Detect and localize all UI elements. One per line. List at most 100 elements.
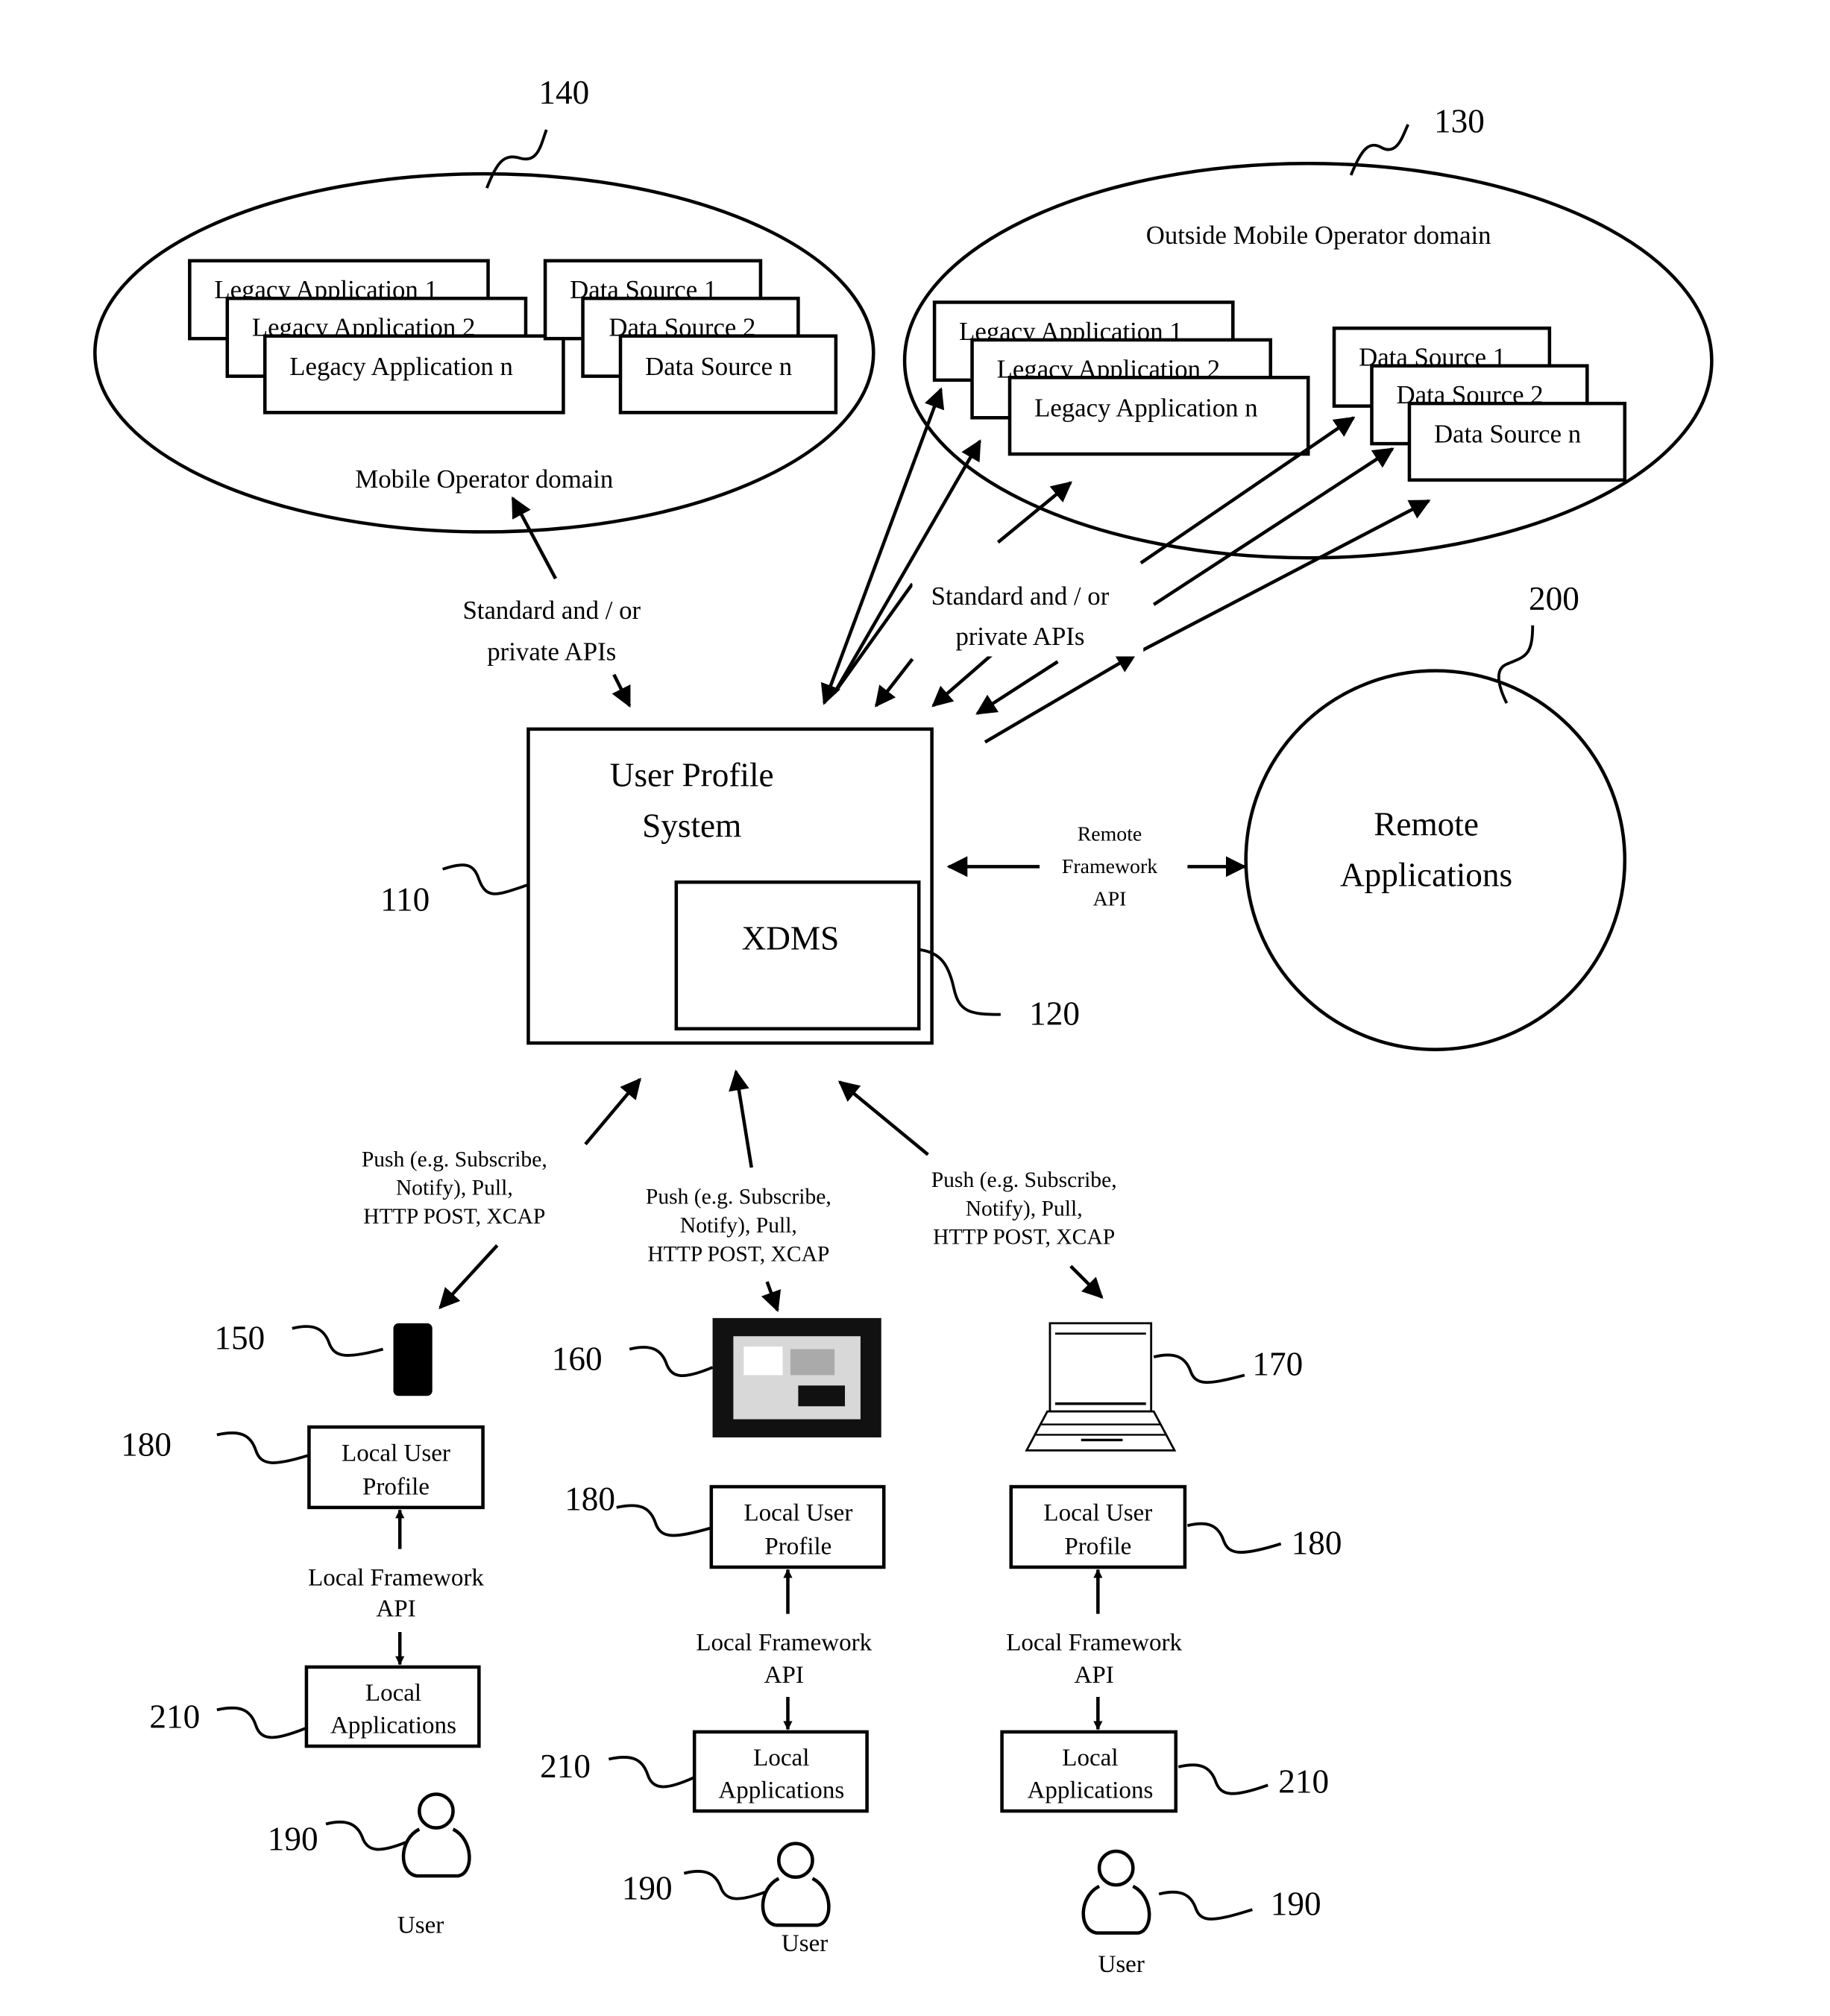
protocol-middle-line1: Push (e.g. Subscribe, (646, 1185, 831, 1209)
ref-180: 180 (121, 1426, 172, 1463)
user-label: User (782, 1930, 828, 1957)
local-framework-line2: API (376, 1596, 415, 1622)
leader-140 (485, 129, 548, 189)
leader-180 (616, 1504, 711, 1537)
arrow-laptop-down (1069, 1264, 1104, 1299)
local-user-profile-line2: Profile (362, 1474, 430, 1501)
arrow-tablet-down (761, 1281, 782, 1313)
arrow-to-ups-left (611, 673, 632, 708)
legacy-app-stack: Legacy Application 1 Legacy Application … (188, 259, 565, 415)
api-label-left-line2: private APIs (487, 637, 616, 667)
leader-160 (629, 1346, 714, 1377)
api-label-left-line1: Standard and / or (462, 596, 641, 625)
local-user-profile-line2: Profile (1064, 1534, 1131, 1560)
leader-210 (608, 1755, 695, 1789)
remote-framework-api: Remote Framework API (946, 823, 1247, 911)
local-user-profile-line1: Local User (342, 1440, 450, 1467)
ref-190: 190 (1271, 1885, 1321, 1922)
protocol-right-line1: Push (e.g. Subscribe, (931, 1168, 1117, 1192)
local-applications-line1: Local (1062, 1745, 1118, 1771)
patent-diagram: 140 Legacy Application 1 Legacy Applicat… (93, 74, 1714, 1978)
leader-180 (1186, 1522, 1282, 1554)
leader-190 (1158, 1890, 1253, 1921)
protocol-right-line2: Notify), Pull, (966, 1197, 1083, 1220)
leader-210 (216, 1706, 307, 1739)
arrow-legacy-down-n (931, 652, 994, 708)
protocol-middle: Push (e.g. Subscribe, Notify), Pull, HTT… (646, 1069, 831, 1313)
ref-150: 150 (214, 1320, 265, 1357)
remote-framework-line1: Remote (1078, 823, 1142, 846)
data-source-label-n: Data Source n (645, 352, 792, 381)
protocol-left-line3: HTTP POST, XCAP (363, 1205, 545, 1229)
arrow-to-mobile-domain (511, 496, 558, 580)
user-icon (401, 1792, 471, 1878)
remote-apps-line2: Applications (1340, 856, 1512, 893)
ref-130: 130 (1434, 102, 1485, 139)
ref-210: 210 (1278, 1763, 1329, 1801)
remote-framework-line3: API (1093, 888, 1127, 911)
arrow-legacy-down-1 (875, 658, 914, 708)
arrow-laptop-up (837, 1080, 929, 1156)
ref-190: 190 (268, 1820, 318, 1857)
ref-180: 180 (565, 1480, 615, 1517)
ref-190: 190 (622, 1869, 673, 1906)
leader-180 (216, 1431, 309, 1464)
arrow-phone-up (584, 1077, 641, 1146)
ups-title-line2: System (642, 807, 741, 844)
ref-170: 170 (1252, 1345, 1303, 1382)
user-label: User (397, 1912, 444, 1939)
protocol-right: Push (e.g. Subscribe, Notify), Pull, HTT… (837, 1080, 1117, 1299)
arrow-data-source-n (1134, 499, 1431, 655)
ref-180: 180 (1292, 1525, 1342, 1562)
leader-190 (325, 1820, 407, 1851)
domain-label: Mobile Operator domain (355, 464, 613, 494)
tablet-icon (712, 1317, 881, 1437)
remote-framework-line2: Framework (1062, 855, 1157, 878)
ref-200: 200 (1529, 580, 1579, 617)
ref-210: 210 (540, 1748, 591, 1785)
local-applications-line2: Applications (718, 1777, 844, 1804)
local-framework-line1: Local Framework (696, 1629, 872, 1656)
device-column-phone: 150 Local User Profile 180 Local Framewo… (121, 1320, 485, 1939)
local-applications-line1: Local (753, 1745, 809, 1771)
arrow-data-source-2-down (984, 652, 1138, 744)
protocol-left-line1: Push (e.g. Subscribe, (362, 1147, 547, 1171)
outside-legacy-app-stack: Legacy Application 1 Legacy Application … (932, 300, 1310, 456)
outside-operator-domain: 130 Outside Mobile Operator domain Legac… (902, 102, 1714, 560)
user-label: User (1098, 1951, 1144, 1978)
device-column-tablet: 160 Local User Profile 180 Local Framewo… (540, 1317, 886, 1957)
local-user-profile-line1: Local User (1043, 1499, 1152, 1526)
protocol-middle-line2: Notify), Pull, (680, 1214, 797, 1238)
arrow-tablet-up (729, 1069, 753, 1168)
remote-applications: Remote Applications 200 (1244, 580, 1627, 1051)
leader-210 (1177, 1763, 1268, 1795)
ref-140: 140 (538, 74, 589, 111)
leader-170 (1153, 1353, 1245, 1384)
leader-190 (683, 1870, 768, 1900)
local-framework-line1: Local Framework (308, 1564, 484, 1591)
ref-210: 210 (149, 1698, 200, 1736)
ref-160: 160 (552, 1340, 603, 1377)
mobile-operator-domain: 140 Legacy Application 1 Legacy Applicat… (93, 74, 875, 534)
device-column-laptop: 170 Local User Profile 180 Local Framewo… (1000, 1322, 1342, 1978)
data-source-stack: Data Source 1 Data Source 2 Data Source … (543, 259, 838, 415)
local-user-profile-line2: Profile (764, 1534, 831, 1560)
mobile-phone-icon (393, 1323, 433, 1396)
leader-110 (442, 863, 529, 895)
arrow-phone-down (438, 1244, 499, 1309)
local-framework-line1: Local Framework (1006, 1629, 1182, 1656)
local-framework-line2: API (1074, 1662, 1113, 1689)
local-applications-line1: Local (365, 1680, 421, 1707)
outside-domain-label: Outside Mobile Operator domain (1146, 221, 1491, 250)
user-profile-system: User Profile System 110 XDMS 120 (380, 727, 1080, 1045)
ups-title-line1: User Profile (610, 756, 774, 793)
protocol-left-line2: Notify), Pull, (396, 1176, 513, 1200)
outside-legacy-app-label-n: Legacy Application n (1034, 394, 1258, 423)
user-icon (1081, 1849, 1151, 1935)
user-icon (761, 1842, 831, 1927)
protocol-right-line3: HTTP POST, XCAP (933, 1226, 1115, 1250)
api-label-right-line1: Standard and / or (931, 582, 1110, 611)
api-label-right-line2: private APIs (955, 622, 1084, 651)
ref-110: 110 (380, 881, 430, 918)
protocol-left: Push (e.g. Subscribe, Notify), Pull, HTT… (362, 1077, 641, 1309)
